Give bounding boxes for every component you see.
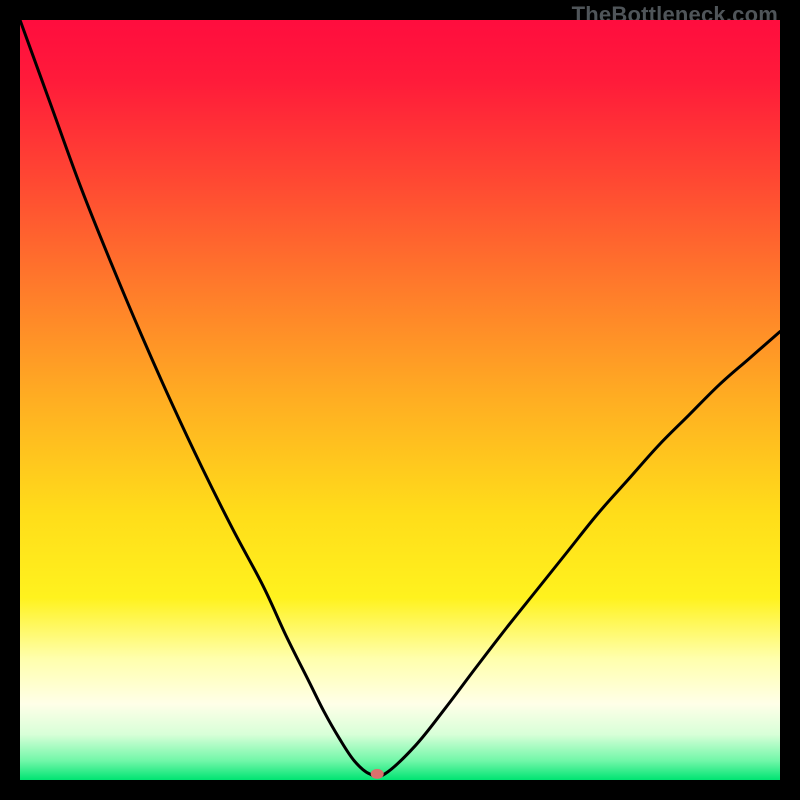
chart-container: { "watermark": "TheBottleneck.com", "cha…	[0, 0, 800, 800]
optimum-marker	[371, 769, 384, 779]
gradient-panel	[20, 20, 780, 780]
chart-svg	[20, 20, 780, 780]
plot-area	[20, 20, 780, 780]
